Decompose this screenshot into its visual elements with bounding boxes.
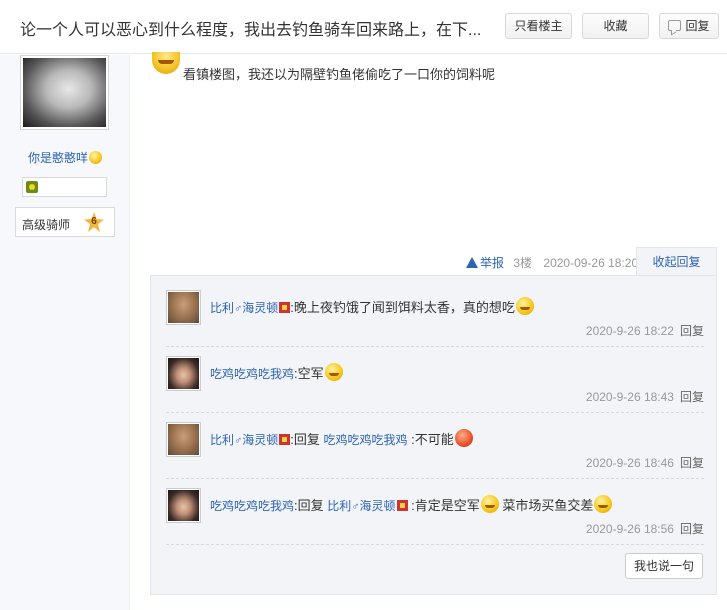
reply-user-name: 比利 xyxy=(210,433,235,447)
reply-avatar-image xyxy=(168,424,199,455)
reply-button[interactable]: 回复 xyxy=(659,13,719,39)
flag-icon xyxy=(279,434,291,445)
post-content: 看镇楼图，我还以为隔壁钓鱼佬偷吃了一口你的饲料呢 xyxy=(183,67,496,82)
thread-header: 论一个人可以恶心到什么程度，我出去钓鱼骑车回来路上，在下... 只看楼主 收藏 … xyxy=(0,0,727,54)
reply-meta: 2020-9-26 18:46 回复 xyxy=(586,454,704,471)
reply-link[interactable]: 回复 xyxy=(680,456,704,470)
favorite-button[interactable]: 收藏 xyxy=(582,13,649,39)
reply-word: :回复 xyxy=(290,432,320,447)
only-author-button[interactable]: 只看楼主 xyxy=(505,13,572,39)
reply-time: 2020-9-26 18:22 xyxy=(585,324,674,338)
reply-meta: 2020-9-26 18:22 回复 xyxy=(586,322,704,339)
smile-emoji-icon xyxy=(480,495,499,513)
badge-icon xyxy=(26,181,38,193)
author-name[interactable]: 你是憨憨咩 xyxy=(28,151,88,165)
reply-target-suffix: 海灵顿 xyxy=(359,499,396,513)
reply-divider xyxy=(166,412,704,413)
flag-icon xyxy=(396,500,408,511)
smile-emoji-icon xyxy=(324,363,343,381)
reply-target-user[interactable]: 吃鸡吃鸡吃我鸡 xyxy=(324,433,408,447)
collapse-replies-button[interactable]: 收起回复 xyxy=(636,247,717,276)
reply-user-suffix: 海灵顿 xyxy=(242,433,279,447)
reply-meta: 2020-9-26 18:43 回复 xyxy=(586,388,704,405)
level-name: 高级骑师 xyxy=(22,218,71,232)
reply-link[interactable]: 回复 xyxy=(680,390,704,404)
angry-emoji-icon xyxy=(454,429,473,447)
reply-divider xyxy=(166,544,704,545)
reply-divider xyxy=(166,478,704,479)
author-name-line: 你是憨憨咩 xyxy=(0,149,130,166)
thread-title: 论一个人可以恶心到什么程度，我出去钓鱼骑车回来路上，在下... xyxy=(20,22,482,39)
reply-user-suffix: 海灵顿 xyxy=(242,301,279,315)
reply-user-name: 比利 xyxy=(210,301,235,315)
gender-male-icon: ♂ xyxy=(351,501,360,513)
reply-avatar-image xyxy=(168,292,199,323)
add-comment-button[interactable]: 我也说一句 xyxy=(625,553,703,579)
reply-avatar-image xyxy=(168,490,199,521)
reply-time: 2020-9-26 18:46 xyxy=(585,456,674,470)
floor-number: 3楼 xyxy=(513,256,533,270)
reply-link[interactable]: 回复 xyxy=(680,324,704,338)
reply-text: :肯定是空军 xyxy=(411,498,480,513)
reply-user[interactable]: 比利♂海灵顿 xyxy=(210,433,291,447)
warning-icon xyxy=(466,257,478,268)
reply-avatar[interactable] xyxy=(166,356,201,391)
reply-line: 吃鸡吃鸡吃我鸡:回复 比利♂海灵顿 :肯定是空军 菜市场买鱼交差 xyxy=(210,495,613,514)
reply-button-label: 回复 xyxy=(685,19,710,33)
comment-icon xyxy=(668,20,682,31)
reply-target-name: 比利 xyxy=(327,499,352,513)
reply-line: 比利♂海灵顿:晚上夜钓饿了闻到饵料太香，真的想吃 xyxy=(210,297,534,316)
reply-user[interactable]: 比利♂海灵顿 xyxy=(210,301,291,315)
reply-avatar-image xyxy=(168,358,199,389)
reply-target-user[interactable]: 比利♂海灵顿 xyxy=(327,499,408,513)
author-avatar-image xyxy=(23,58,106,127)
reply-time: 2020-9-26 18:56 xyxy=(585,522,674,536)
reply-avatar[interactable] xyxy=(166,488,201,523)
drool-emoji-icon xyxy=(515,297,534,315)
author-badge[interactable] xyxy=(22,177,107,197)
author-level[interactable]: 高级骑师 6 xyxy=(15,207,115,237)
post-time: 2020-09-26 18:20 xyxy=(543,256,639,270)
reply-line: 比利♂海灵顿:回复 吃鸡吃鸡吃我鸡 :不可能 xyxy=(210,429,473,448)
grin-emoji-icon xyxy=(152,52,180,74)
report-link[interactable]: 举报 xyxy=(466,256,504,270)
reply-text: :不可能 xyxy=(411,432,454,447)
author-avatar[interactable] xyxy=(20,55,109,130)
reply-line: 吃鸡吃鸡吃我鸡:空军 xyxy=(210,363,343,382)
level-number: 6 xyxy=(91,216,97,227)
post-meta: 举报 3楼 2020-09-26 18:20 xyxy=(466,254,638,271)
reply-user[interactable]: 吃鸡吃鸡吃我鸡 xyxy=(210,367,294,381)
replies-panel: 比利♂海灵顿:晚上夜钓饿了闻到饵料太香，真的想吃 2020-9-26 18:22… xyxy=(150,275,717,595)
reply-text: :晚上夜钓饿了闻到饵料太香，真的想吃 xyxy=(290,300,515,315)
reply-meta: 2020-9-26 18:56 回复 xyxy=(586,520,704,537)
reply-text-2: 菜市场买鱼交差 xyxy=(502,498,594,513)
reply-text: :空军 xyxy=(294,366,324,381)
reply-link[interactable]: 回复 xyxy=(680,522,704,536)
flag-icon xyxy=(279,302,291,313)
report-label: 举报 xyxy=(480,256,505,270)
reply-avatar[interactable] xyxy=(166,290,201,325)
reply-avatar[interactable] xyxy=(166,422,201,457)
reply-time: 2020-9-26 18:43 xyxy=(585,390,674,404)
reply-divider xyxy=(166,346,704,347)
reply-word: :回复 xyxy=(294,498,324,513)
smile-icon xyxy=(89,151,102,164)
reply-user[interactable]: 吃鸡吃鸡吃我鸡 xyxy=(210,499,294,513)
smile-emoji-icon xyxy=(594,495,613,513)
author-sidebar: 你是憨憨咩 高级骑师 6 xyxy=(0,55,130,610)
